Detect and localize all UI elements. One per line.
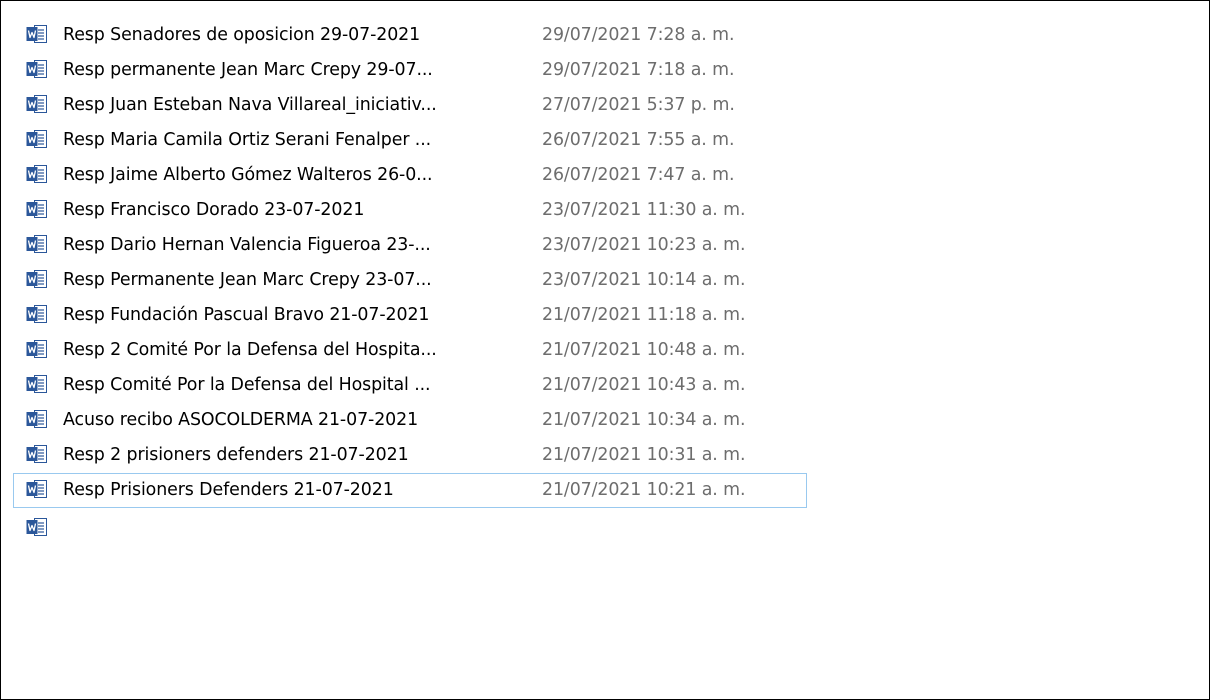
- file-name: Resp Jaime Alberto Gómez Walteros 26-0..…: [63, 165, 433, 185]
- file-row[interactable]: Resp Juan Esteban Nava Villareal_iniciat…: [13, 88, 807, 123]
- file-row[interactable]: Resp Fundación Pascual Bravo 21-07-2021 …: [13, 298, 807, 333]
- file-name: Resp 2 Comité Por la Defensa del Hospita…: [63, 340, 437, 360]
- file-name: Resp Senadores de oposicion 29-07-2021: [63, 25, 421, 45]
- file-name: Resp 2 prisioners defenders 21-07-2021: [63, 445, 409, 465]
- date-modified: 23/07/2021 10:14 a. m.: [542, 270, 746, 290]
- word-document-icon: [26, 409, 48, 429]
- screenshot-frame: Resp Senadores de oposicion 29-07-2021 2…: [0, 0, 1210, 700]
- word-document-icon: [26, 234, 48, 254]
- date-modified: 21/07/2021 10:21 a. m.: [542, 480, 746, 500]
- file-row[interactable]: Resp Jaime Alberto Gómez Walteros 26-0..…: [13, 158, 807, 193]
- word-document-icon: [26, 304, 48, 324]
- file-row[interactable]: Acuso recibo ASOCOLDERMA 21-07-2021 21/0…: [13, 403, 807, 438]
- file-row[interactable]: Resp Senadores de oposicion 29-07-2021 2…: [13, 18, 807, 53]
- date-modified: 21/07/2021 10:34 a. m.: [542, 410, 746, 430]
- file-row-focused[interactable]: Resp Prisioners Defenders 21-07-2021 21/…: [13, 473, 807, 508]
- word-document-icon: [26, 59, 48, 79]
- file-name: Resp Permanente Jean Marc Crepy 23-07...: [63, 270, 432, 290]
- file-row[interactable]: Resp Permanente Jean Marc Crepy 23-07...…: [13, 263, 807, 298]
- word-document-icon: [26, 129, 48, 149]
- word-document-icon: [26, 94, 48, 114]
- word-document-icon: [26, 269, 48, 289]
- date-modified: 26/07/2021 7:55 a. m.: [542, 130, 735, 150]
- word-document-icon: [26, 24, 48, 44]
- word-document-icon: [26, 444, 48, 464]
- word-document-icon: [26, 164, 48, 184]
- file-name: Acuso recibo ASOCOLDERMA 21-07-2021: [63, 410, 419, 430]
- file-row-partial[interactable]: [13, 508, 807, 522]
- file-row[interactable]: Resp Comité Por la Defensa del Hospital …: [13, 368, 807, 403]
- date-modified: 26/07/2021 7:47 a. m.: [542, 165, 735, 185]
- file-name: Resp Juan Esteban Nava Villareal_iniciat…: [63, 95, 437, 115]
- word-document-icon: [26, 374, 48, 394]
- date-modified: 21/07/2021 10:43 a. m.: [542, 375, 746, 395]
- date-modified: 21/07/2021 11:18 a. m.: [542, 305, 746, 325]
- word-document-icon: [26, 479, 48, 499]
- date-modified: 23/07/2021 10:23 a. m.: [542, 235, 746, 255]
- file-name: Resp Comité Por la Defensa del Hospital …: [63, 375, 431, 395]
- date-modified: 29/07/2021 7:28 a. m.: [542, 25, 735, 45]
- file-row[interactable]: Resp Francisco Dorado 23-07-2021 23/07/2…: [13, 193, 807, 228]
- date-modified: 27/07/2021 5:37 p. m.: [542, 95, 735, 115]
- file-list[interactable]: Resp Senadores de oposicion 29-07-2021 2…: [13, 18, 807, 616]
- file-row[interactable]: Resp 2 Comité Por la Defensa del Hospita…: [13, 333, 807, 368]
- file-name: Resp Maria Camila Ortiz Serani Fenalper …: [63, 130, 432, 150]
- date-modified: 23/07/2021 11:30 a. m.: [542, 200, 746, 220]
- file-row[interactable]: Resp Maria Camila Ortiz Serani Fenalper …: [13, 123, 807, 158]
- word-document-icon: [26, 199, 48, 219]
- file-row[interactable]: Resp Dario Hernan Valencia Figueroa 23-.…: [13, 228, 807, 263]
- file-name: Resp permanente Jean Marc Crepy 29-07...: [63, 60, 433, 80]
- word-document-icon: [26, 339, 48, 359]
- file-name: Resp Francisco Dorado 23-07-2021: [63, 200, 365, 220]
- date-modified: 21/07/2021 10:48 a. m.: [542, 340, 746, 360]
- file-row[interactable]: Resp permanente Jean Marc Crepy 29-07...…: [13, 53, 807, 88]
- file-name: Resp Fundación Pascual Bravo 21-07-2021: [63, 305, 430, 325]
- date-modified: 29/07/2021 7:18 a. m.: [542, 60, 735, 80]
- date-modified: 21/07/2021 10:31 a. m.: [542, 445, 746, 465]
- word-document-icon: [26, 517, 48, 537]
- file-row[interactable]: Resp 2 prisioners defenders 21-07-2021 2…: [13, 438, 807, 473]
- file-name: Resp Dario Hernan Valencia Figueroa 23-.…: [63, 235, 431, 255]
- file-name: Resp Prisioners Defenders 21-07-2021: [63, 480, 394, 500]
